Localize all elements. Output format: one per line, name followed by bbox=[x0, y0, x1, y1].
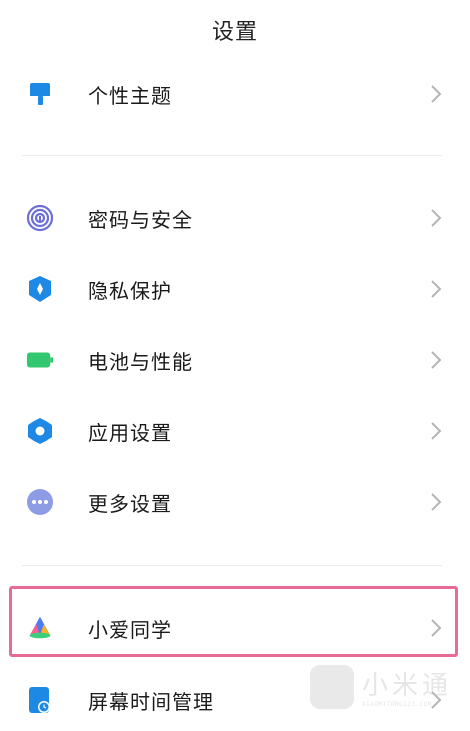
settings-item-battery[interactable]: 电池与性能 bbox=[0, 330, 470, 390]
section-divider bbox=[22, 155, 442, 156]
settings-item-label: 密码与安全 bbox=[88, 207, 193, 232]
fingerprint-icon bbox=[26, 204, 54, 232]
paintbrush-icon bbox=[26, 80, 54, 108]
chevron-right-icon bbox=[431, 280, 442, 298]
gear-icon bbox=[26, 417, 54, 445]
page-title: 设置 bbox=[211, 20, 258, 45]
settings-item-privacy[interactable]: 隐私保护 bbox=[0, 259, 470, 319]
highlight-frame bbox=[9, 586, 458, 657]
watermark-text: 小米通 bbox=[362, 671, 453, 701]
settings-item-more[interactable]: 更多设置 bbox=[0, 472, 470, 532]
chevron-right-icon bbox=[431, 493, 442, 511]
settings-item-label: 隐私保护 bbox=[88, 278, 172, 303]
section-divider bbox=[22, 565, 442, 566]
watermark: 小米通 XIAOMITONG123.COM bbox=[310, 659, 454, 717]
chevron-right-icon bbox=[431, 351, 442, 369]
settings-item-theme[interactable]: 个性主题 bbox=[0, 64, 470, 124]
battery-icon bbox=[26, 346, 54, 374]
settings-item-label: 电池与性能 bbox=[88, 349, 193, 374]
more-dots-icon bbox=[26, 488, 54, 516]
watermark-logo bbox=[310, 665, 354, 709]
settings-item-label: 屏幕时间管理 bbox=[88, 689, 214, 714]
settings-item-label: 个性主题 bbox=[88, 83, 172, 108]
privacy-shield-icon bbox=[26, 275, 54, 303]
settings-item-apps[interactable]: 应用设置 bbox=[0, 401, 470, 461]
settings-item-label: 更多设置 bbox=[88, 491, 172, 516]
chevron-right-icon bbox=[431, 85, 442, 103]
screen-time-icon bbox=[26, 686, 54, 714]
chevron-right-icon bbox=[431, 422, 442, 440]
settings-item-label: 应用设置 bbox=[88, 420, 172, 445]
settings-item-password-security[interactable]: 密码与安全 bbox=[0, 188, 470, 248]
chevron-right-icon bbox=[431, 209, 442, 227]
watermark-subtext: XIAOMITONG123.COM bbox=[362, 701, 432, 708]
